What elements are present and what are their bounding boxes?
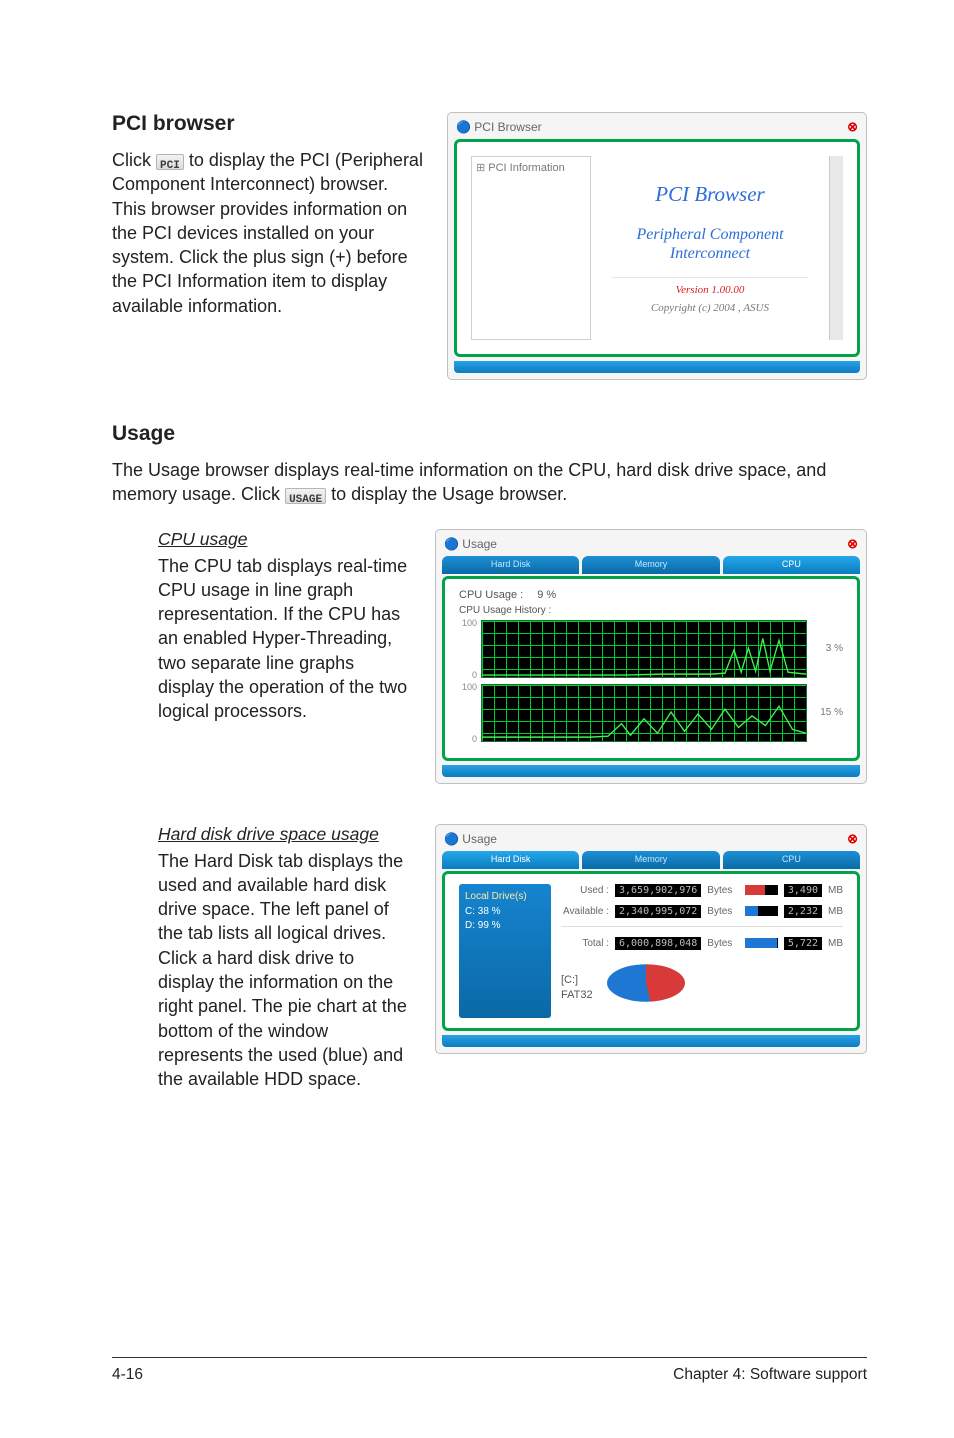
pci-tree-item[interactable]: PCI Information	[476, 161, 586, 174]
hdd-used-row: Used : 3,659,902,976 Bytes 3,490 MB	[561, 884, 843, 897]
usage-inline-button: USAGE	[285, 488, 326, 504]
cpu-history-label: CPU Usage History :	[459, 605, 843, 616]
drive-item-c[interactable]: C: 38 %	[465, 905, 545, 919]
pci-version: Version 1.00.00	[612, 277, 808, 296]
usage-cpu-window-title: 🔵 Usage	[444, 537, 497, 551]
drive-list: Local Drive(s) C: 38 % D: 99 %	[459, 884, 551, 1018]
pci-inline-button: PCI	[156, 154, 184, 170]
cpu-graph-1	[481, 620, 807, 678]
close-icon[interactable]: ⊗	[847, 119, 858, 135]
cpu-graph-1-pct: 3 %	[813, 643, 843, 654]
usage-intro: The Usage browser displays real-time inf…	[112, 458, 867, 507]
cpu-usage-readout: CPU Usage :9 %	[459, 589, 843, 601]
pci-text-before: Click	[112, 150, 156, 170]
hdd-usage-text: The Hard Disk tab displays the used and …	[158, 849, 413, 1092]
usage-cpu-window: 🔵 Usage ⊗ Hard Disk Memory CPU CPU Usage…	[435, 529, 867, 784]
pci-paragraph: Click PCI to display the PCI (Peripheral…	[112, 148, 425, 318]
tab-cpu[interactable]: CPU	[723, 851, 860, 869]
close-icon[interactable]: ⊗	[847, 831, 858, 847]
close-icon[interactable]: ⊗	[847, 536, 858, 552]
pci-tree-panel[interactable]: PCI Information	[471, 156, 591, 340]
usage-tabs: Hard Disk Memory CPU	[442, 556, 860, 574]
hdd-usage-title: Hard disk drive space usage	[158, 824, 413, 845]
cpu-usage-text: The CPU tab displays real-time CPU usage…	[158, 554, 413, 724]
cpu-graph-2	[481, 684, 807, 742]
hdd-total-row: Total : 6,000,898,048 Bytes 5,722 MB	[561, 937, 843, 950]
tab-harddisk[interactable]: Hard Disk	[442, 556, 579, 574]
tab-cpu[interactable]: CPU	[723, 556, 860, 574]
cpu-graph-2-pct: 15 %	[813, 707, 843, 718]
tab-memory[interactable]: Memory	[582, 556, 719, 574]
usage-hdd-window-title: 🔵 Usage	[444, 832, 497, 846]
pci-text-after: to display the PCI (Peripheral Component…	[112, 150, 423, 316]
pci-panel-subtitle: Peripheral Component Interconnect	[601, 225, 819, 263]
scrollbar[interactable]	[829, 156, 843, 340]
usage-heading: Usage	[112, 422, 867, 446]
pci-copyright: Copyright (c) 2004 , ASUS	[651, 302, 769, 314]
tab-memory[interactable]: Memory	[582, 851, 719, 869]
drive-item-d[interactable]: D: 99 %	[465, 919, 545, 933]
pci-browser-window: 🔵 PCI Browser ⊗ PCI Information PCI Brow…	[447, 112, 867, 380]
chapter-label: Chapter 4: Software support	[673, 1366, 867, 1384]
pci-panel-title: PCI Browser	[655, 182, 764, 207]
pci-heading: PCI browser	[112, 112, 425, 136]
pci-info-panel: PCI Browser Peripheral Component Interco…	[601, 156, 819, 340]
hdd-pie-chart	[607, 958, 685, 1018]
usage-hdd-window: 🔵 Usage ⊗ Hard Disk Memory CPU Local Dri…	[435, 824, 867, 1054]
hdd-available-row: Available : 2,340,995,072 Bytes 2,232 MB	[561, 905, 843, 918]
page-number: 4-16	[112, 1366, 143, 1384]
drive-fs-label: [C:] FAT32	[561, 973, 593, 1003]
pci-window-title: 🔵 PCI Browser	[456, 120, 542, 134]
drive-list-title: Local Drive(s)	[465, 890, 545, 904]
tab-harddisk[interactable]: Hard Disk	[442, 851, 579, 869]
cpu-usage-title: CPU usage	[158, 529, 413, 550]
